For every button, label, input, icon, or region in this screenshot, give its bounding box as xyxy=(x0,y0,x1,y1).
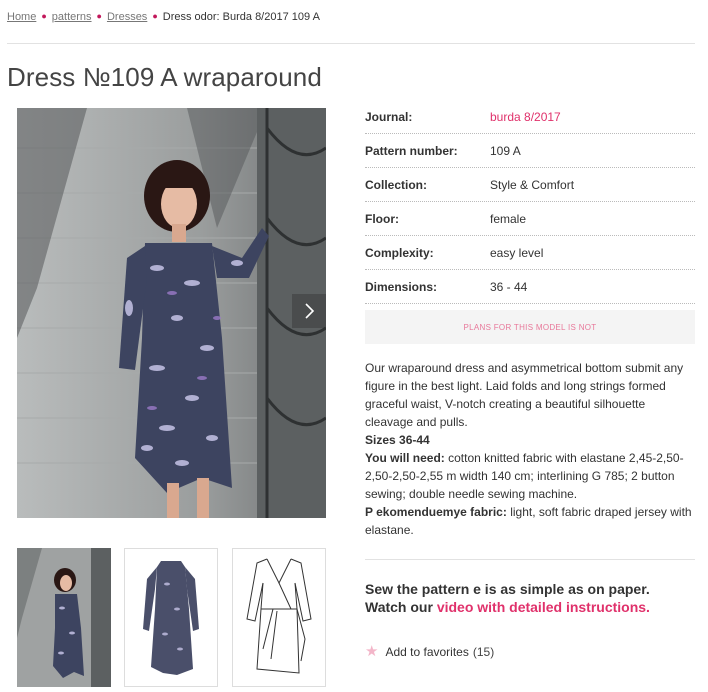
video-promo: Sew the pattern e is as simple as on pap… xyxy=(365,580,695,616)
spec-label: Floor: xyxy=(365,211,399,226)
breadcrumb-patterns-link[interactable]: patterns xyxy=(52,11,92,23)
promo-line: Sew the pattern e is as simple as on pap… xyxy=(365,581,650,597)
spec-label: Dimensions: xyxy=(365,279,438,294)
thumbnail-sketch[interactable] xyxy=(232,548,326,687)
divider xyxy=(365,559,695,560)
fabric-label: P ekomenduemye fabric: xyxy=(365,505,507,519)
plans-unavailable-notice: PLANS FOR THIS MODEL IS NOT xyxy=(365,310,695,344)
spec-label: Complexity: xyxy=(365,245,434,260)
video-instructions-link[interactable]: video with detailed instructions. xyxy=(437,599,650,615)
pattern-specs: Journal: burda 8/2017 Pattern number: 10… xyxy=(365,100,695,344)
spec-value: Style & Comfort xyxy=(490,177,575,192)
favorites-label: Add to favorites xyxy=(385,644,469,659)
breadcrumb-separator: ● xyxy=(41,11,47,21)
thumbnail-sketch-image xyxy=(233,549,325,686)
breadcrumb-current: Dress odor: Burda 8/2017 109 A xyxy=(162,11,320,23)
spec-row-journal: Journal: burda 8/2017 xyxy=(365,100,695,134)
sizes-heading: Sizes 36-44 xyxy=(365,433,430,447)
add-to-favorites-button[interactable]: ★ Add to favorites (15) xyxy=(365,644,494,659)
breadcrumb-dresses-link[interactable]: Dresses xyxy=(107,11,147,23)
breadcrumb-separator: ● xyxy=(152,11,158,21)
main-product-photo[interactable] xyxy=(17,108,326,518)
favorites-count: (15) xyxy=(472,644,495,659)
model-photo-image xyxy=(17,108,326,518)
materials-label: You will need: xyxy=(365,451,445,465)
thumbnail-photo[interactable] xyxy=(17,548,111,687)
thumbnail-photo-image xyxy=(17,548,111,687)
journal-link[interactable]: burda 8/2017 xyxy=(490,110,561,124)
spec-value: female xyxy=(490,211,527,226)
description-intro: Our wraparound dress and asymmetrical bo… xyxy=(365,361,684,429)
divider xyxy=(7,43,695,44)
spec-row-collection: Collection: Style & Comfort xyxy=(365,168,695,202)
spec-row-dimensions: Dimensions: 36 - 44 xyxy=(365,270,695,304)
thumbnail-dress[interactable] xyxy=(124,548,218,687)
thumbnail-dress-image xyxy=(125,549,217,686)
breadcrumb-home-link[interactable]: Home xyxy=(7,11,36,23)
promo-prefix: Watch our xyxy=(365,599,433,615)
spec-label: Collection: xyxy=(365,177,427,192)
spec-row-pattern-number: Pattern number: 109 A xyxy=(365,134,695,168)
spec-value: 36 - 44 xyxy=(490,279,528,294)
spec-row-floor: Floor: female xyxy=(365,202,695,236)
chevron-right-icon xyxy=(305,303,315,319)
star-icon: ★ xyxy=(365,643,379,660)
breadcrumb: Home ● patterns ● Dresses ● Dress odor: Burda … xyxy=(7,11,320,23)
breadcrumb-separator: ● xyxy=(96,11,102,21)
spec-label: Pattern number: xyxy=(365,143,458,158)
pattern-description: Our wraparound dress and asymmetrical bo… xyxy=(365,359,695,539)
spec-row-complexity: Complexity: easy level xyxy=(365,236,695,270)
next-image-button[interactable] xyxy=(292,294,326,328)
page-title: Dress №109 A wraparound xyxy=(7,62,322,92)
spec-value: 109 A xyxy=(490,143,521,158)
spec-value: easy level xyxy=(490,245,544,260)
spec-label: Journal: xyxy=(365,109,413,124)
